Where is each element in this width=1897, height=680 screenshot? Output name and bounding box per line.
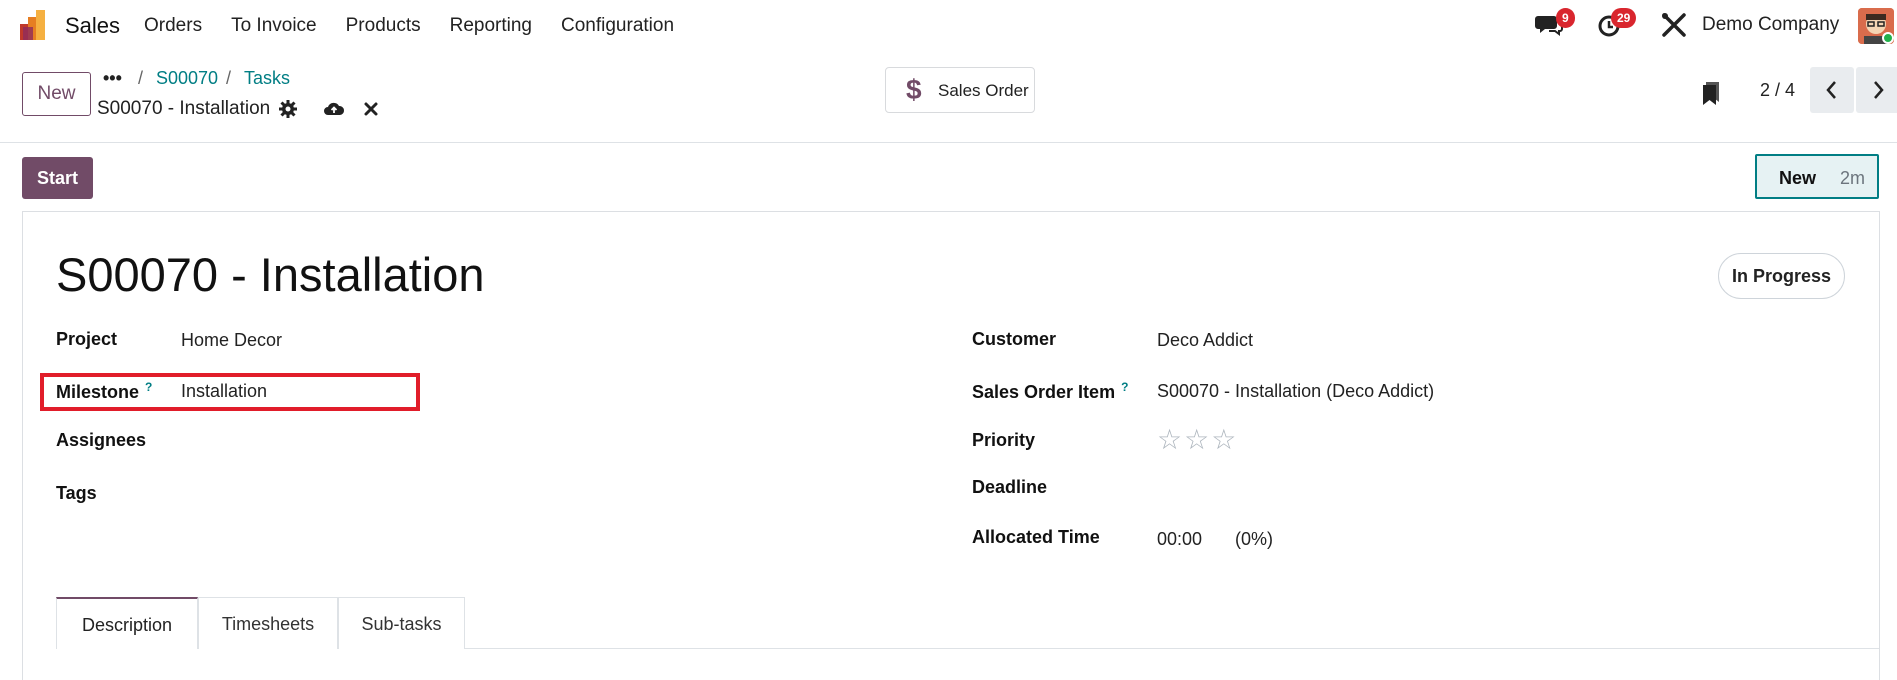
deadline-label: Deadline [972,477,1048,497]
start-timer-button[interactable]: Start [22,157,93,199]
new-record-button[interactable]: New [22,72,91,116]
top-navbar: Sales Orders To Invoice Products Reporti… [0,0,1897,50]
allocated-time-percent: (0%) [1235,529,1274,549]
pager-previous-button[interactable] [1810,67,1854,113]
breadcrumb-sale-order[interactable]: S00070 [156,68,218,89]
priority-label: Priority [972,430,1036,450]
menu-orders[interactable]: Orders [144,15,202,37]
breadcrumb-more-button[interactable]: ••• [103,68,122,89]
task-state-button[interactable]: In Progress [1718,253,1845,299]
allocated-time-field[interactable]: 00:00 [1157,529,1202,550]
stage-name: New [1779,168,1817,188]
sales-order-smart-button[interactable]: $ Sales Order [885,67,1035,113]
project-field[interactable]: Home Decor [181,330,282,351]
main-menu: Orders To Invoice Products Reporting Con… [144,15,703,37]
stage-new[interactable]: New 2m [1755,154,1879,199]
tab-description[interactable]: Description [56,597,198,649]
pager-next-button[interactable] [1856,67,1897,113]
debug-tools-icon[interactable] [1660,12,1688,38]
discard-close-icon[interactable] [360,98,382,120]
activities-badge: 29 [1611,8,1637,28]
dollar-icon: $ [906,74,922,105]
menu-to-invoice[interactable]: To Invoice [231,15,317,37]
milestone-highlight-box [40,373,420,411]
app-name[interactable]: Sales [65,13,120,39]
gear-icon[interactable] [277,98,299,120]
smart-button-label: Sales Order [938,81,1029,100]
breadcrumb-separator: / [226,68,232,88]
sales-app-icon[interactable] [20,10,50,40]
sales-order-item-help-icon[interactable]: ? [1121,380,1128,394]
tab-timesheets[interactable]: Timesheets [198,597,338,649]
chevron-left-icon [1826,81,1836,99]
control-panel: New ••• / S00070 / Tasks S00070 - Instal… [0,50,1897,143]
tabs-divider [465,648,1879,649]
tab-sub-tasks[interactable]: Sub-tasks [338,597,465,649]
breadcrumb-separator: / [138,68,144,88]
tags-label: Tags [56,483,97,503]
pager-value[interactable]: 2 / 4 [1760,80,1795,101]
save-cloud-icon[interactable] [323,98,345,120]
breadcrumb-tasks[interactable]: Tasks [244,68,290,89]
bookmarks-icon[interactable] [1700,80,1722,106]
sales-order-item-label-text: Sales Order Item [972,382,1116,402]
task-title[interactable]: S00070 - Installation [56,247,485,302]
allocated-time-label: Allocated Time [972,527,1100,547]
menu-configuration[interactable]: Configuration [561,15,674,37]
messages-badge: 9 [1556,8,1575,28]
customer-field[interactable]: Deco Addict [1157,330,1253,351]
chevron-right-icon [1874,81,1884,99]
sales-order-item-field[interactable]: S00070 - Installation (Deco Addict) [1157,381,1434,402]
priority-stars[interactable]: ☆☆☆ [1157,423,1238,456]
project-label: Project [56,329,118,349]
current-record-name: S00070 - Installation [97,98,271,119]
online-status-dot [1882,32,1894,44]
assignees-label: Assignees [56,430,147,450]
stage-duration: 2m [1840,168,1866,188]
menu-products[interactable]: Products [346,15,421,37]
menu-reporting[interactable]: Reporting [450,15,532,37]
customer-label: Customer [972,329,1057,349]
company-switcher[interactable]: Demo Company [1702,14,1839,36]
sales-order-item-label: Sales Order Item? [972,380,1128,403]
